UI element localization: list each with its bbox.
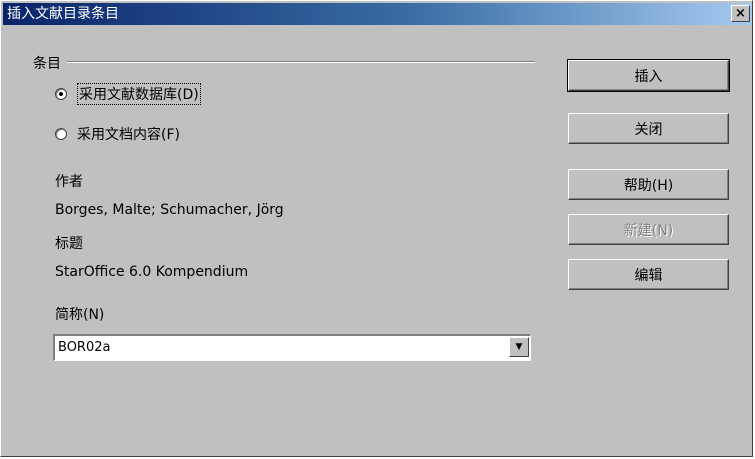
help-button[interactable]: 帮助(H) [568,169,729,200]
new-button-label: 新建(N) [623,222,674,239]
radio-label-database: 采用文献数据库(D) [77,83,201,105]
close-icon: × [735,6,746,21]
insert-button[interactable]: 插入 [567,59,730,92]
title-label: 标题 [55,236,83,252]
radio-from-document[interactable]: 采用文档内容(F) [55,124,180,144]
insert-button-label: 插入 [634,68,663,85]
author-value: Borges, Malte; Schumacher, Jörg [55,202,284,218]
entry-group-label: 条目 [33,56,61,72]
radio-checked-icon[interactable] [55,88,67,100]
edit-button[interactable]: 编辑 [568,259,729,290]
group-divider [67,61,535,63]
short-name-combobox[interactable]: BOR02a ▼ [53,334,531,361]
author-label: 作者 [55,174,83,190]
close-button[interactable]: 关闭 [568,113,729,144]
new-button[interactable]: 新建(N) [568,214,729,245]
short-name-value[interactable]: BOR02a [58,340,110,355]
title-bar: 插入文献目录条目 × [3,3,752,25]
window-title: 插入文献目录条目 [7,6,119,22]
help-button-label: 帮助(H) [623,177,674,194]
radio-unchecked-icon[interactable] [55,128,67,140]
close-button-label: 关闭 [634,121,663,138]
radio-from-database[interactable]: 采用文献数据库(D) [55,83,201,105]
insert-bibliography-entry-dialog: 插入文献目录条目 × 条目 采用文献数据库(D) 采用文档内容(F) 作者 Bo… [0,0,753,457]
dropdown-button[interactable]: ▼ [509,337,529,357]
radio-label-document: 采用文档内容(F) [77,127,180,143]
short-name-label: 简称(N) [55,307,105,323]
edit-button-label: 编辑 [634,267,663,284]
title-value: StarOffice 6.0 Kompendium [55,264,249,280]
chevron-down-icon: ▼ [515,342,523,352]
close-window-button[interactable]: × [731,5,750,22]
